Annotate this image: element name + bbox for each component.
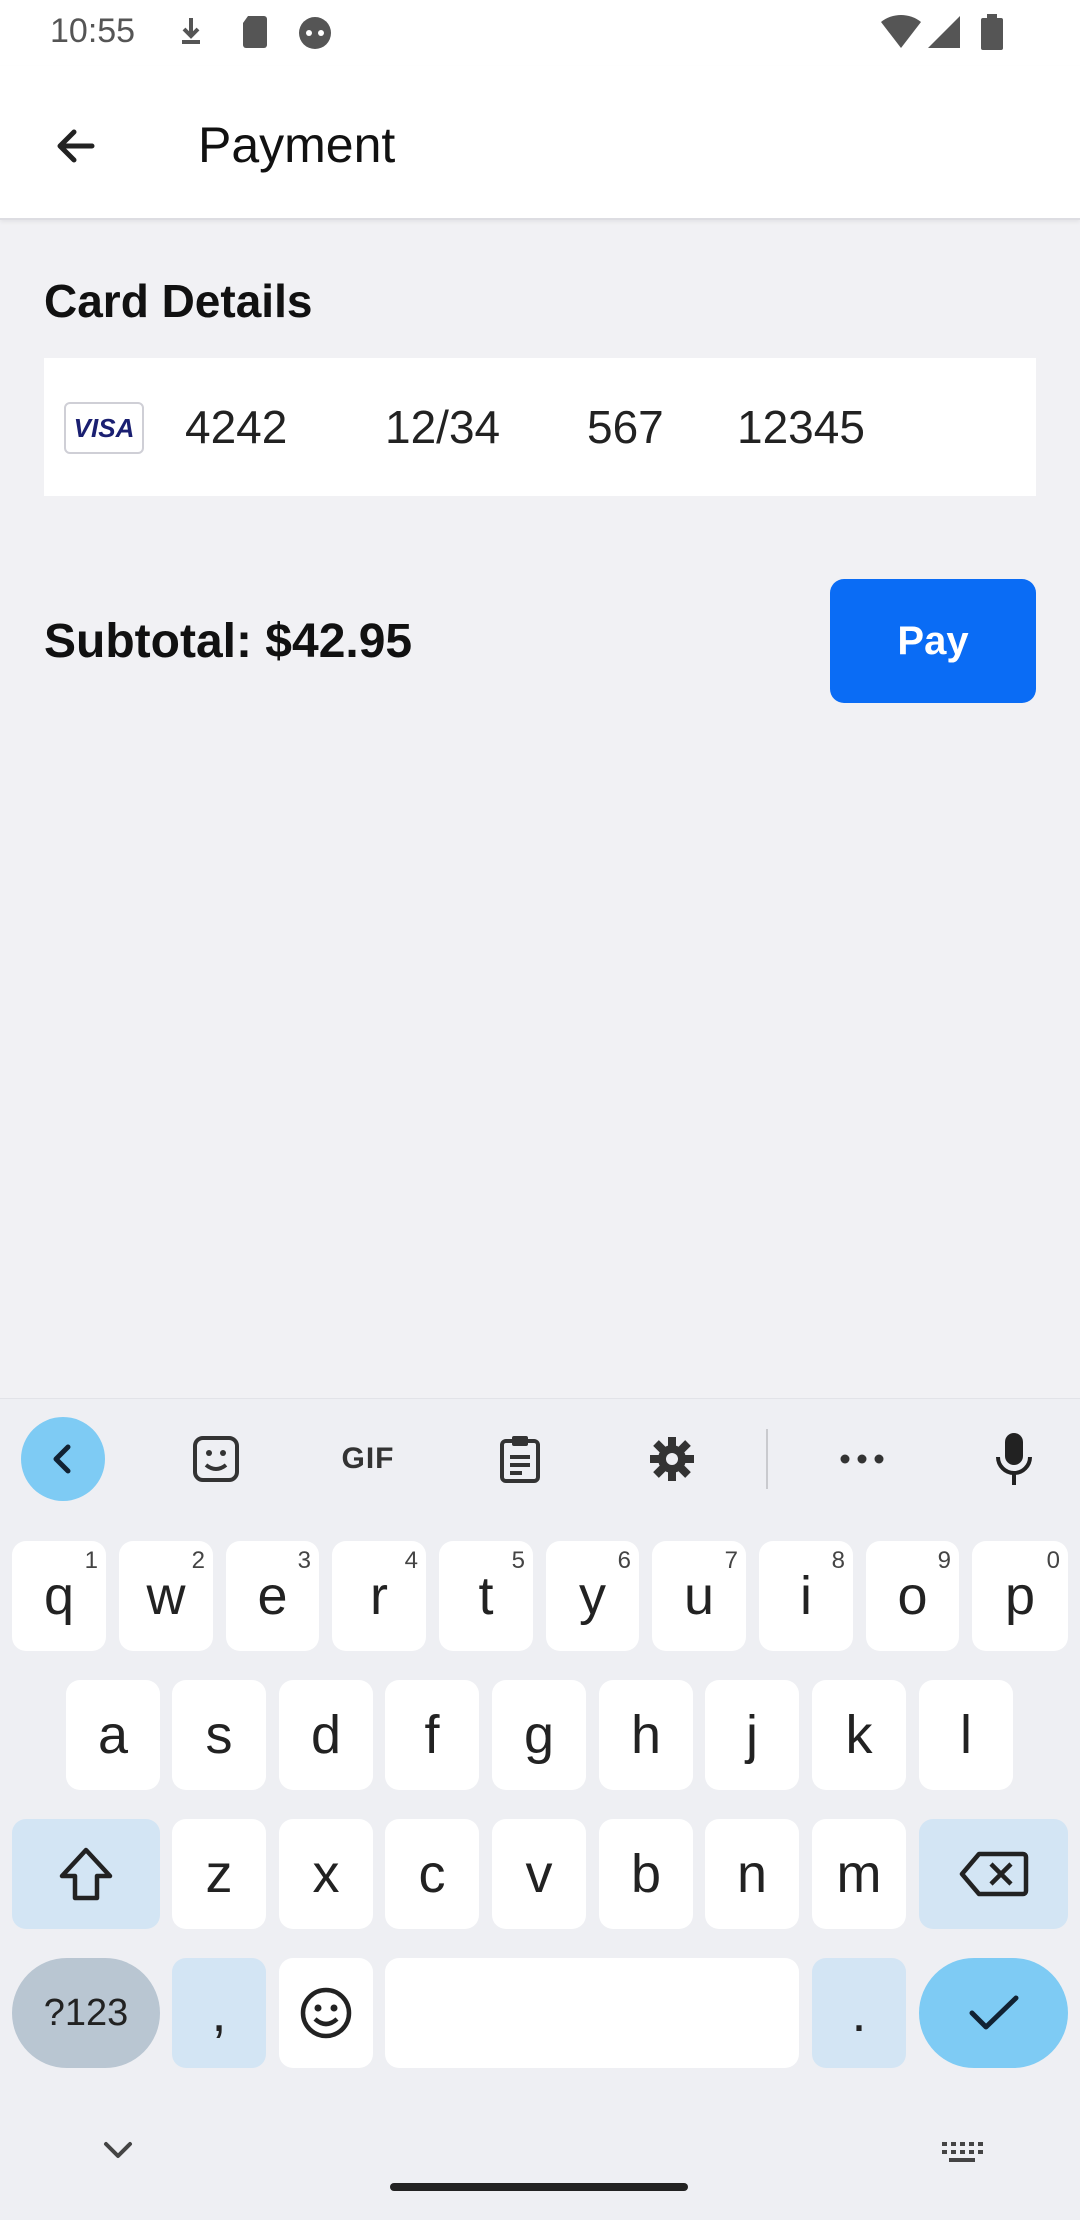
key-g[interactable]: g <box>492 1680 586 1790</box>
keyboard: GIF q1 w2 e3 r4 t5 y6 u7 i8 o9 p0 a s d … <box>0 1398 1080 2220</box>
chevron-down-icon <box>104 2142 132 2158</box>
enter-key[interactable] <box>919 1958 1068 2068</box>
keyboard-toolbar: GIF <box>0 1399 1080 1519</box>
gear-icon <box>650 1437 694 1481</box>
more-button[interactable] <box>820 1417 904 1501</box>
voice-input-button[interactable] <box>972 1417 1056 1501</box>
wifi-icon <box>880 14 922 57</box>
download-icon <box>176 14 206 55</box>
gif-button[interactable]: GIF <box>326 1417 410 1501</box>
sticker-icon <box>193 1436 239 1482</box>
page-title: Payment <box>198 117 396 173</box>
key-m[interactable]: m <box>812 1819 906 1929</box>
settings-button[interactable] <box>630 1417 714 1501</box>
toolbar-collapse-button[interactable] <box>21 1417 105 1501</box>
pay-button[interactable]: Pay <box>830 579 1036 703</box>
key-y[interactable]: y6 <box>546 1541 639 1651</box>
card-details-title: Card Details <box>44 275 313 327</box>
app-bar: Payment <box>0 66 1080 220</box>
clipboard-button[interactable] <box>478 1417 562 1501</box>
key-h[interactable]: h <box>599 1680 693 1790</box>
space-key[interactable] <box>385 1958 799 2068</box>
gif-label: GIF <box>341 1442 395 1475</box>
emoji-key[interactable] <box>279 1958 373 2068</box>
backspace-key[interactable] <box>919 1819 1068 1929</box>
clipboard-icon <box>500 1436 540 1483</box>
key-i[interactable]: i8 <box>759 1541 853 1651</box>
key-p[interactable]: p0 <box>972 1541 1068 1651</box>
key-v[interactable]: v <box>492 1819 586 1929</box>
key-z[interactable]: z <box>172 1819 266 1929</box>
shift-key[interactable] <box>12 1819 160 1929</box>
back-button[interactable] <box>36 106 116 186</box>
checkmark-icon <box>969 1995 1018 2030</box>
zip-field[interactable]: 12345 <box>737 400 865 454</box>
sticker-button[interactable] <box>174 1417 258 1501</box>
key-n[interactable]: n <box>705 1819 799 1929</box>
visa-logo: VISA <box>64 402 144 454</box>
hide-keyboard-button[interactable] <box>96 2136 140 2169</box>
toolbar-divider <box>766 1429 768 1489</box>
comma-key[interactable]: , <box>172 1958 266 2068</box>
symbols-key[interactable]: ?123 <box>12 1958 160 2068</box>
keyboard-switch-button[interactable] <box>938 2138 986 2171</box>
key-r[interactable]: r4 <box>332 1541 426 1651</box>
subtotal-text: Subtotal: $42.95 <box>44 615 413 668</box>
key-q[interactable]: q1 <box>12 1541 106 1651</box>
key-u[interactable]: u7 <box>652 1541 746 1651</box>
key-s[interactable]: s <box>172 1680 266 1790</box>
key-k[interactable]: k <box>812 1680 906 1790</box>
key-x[interactable]: x <box>279 1819 373 1929</box>
cell-signal-icon <box>926 14 962 57</box>
cvc-field[interactable]: 567 <box>587 400 664 454</box>
microphone-icon <box>996 1433 1032 1485</box>
key-o[interactable]: o9 <box>866 1541 959 1651</box>
card-input-row[interactable]: VISA 4242 12/34 567 12345 <box>44 358 1036 496</box>
key-c[interactable]: c <box>385 1819 479 1929</box>
shift-icon <box>59 1847 113 1901</box>
bot-face-icon <box>296 14 334 55</box>
arrow-back-icon <box>57 129 95 163</box>
period-key[interactable]: . <box>812 1958 906 2068</box>
key-a[interactable]: a <box>66 1680 160 1790</box>
more-horiz-icon <box>840 1454 884 1464</box>
expiry-field[interactable]: 12/34 <box>385 400 500 454</box>
keyboard-icon <box>942 2142 983 2162</box>
key-b[interactable]: b <box>599 1819 693 1929</box>
key-e[interactable]: e3 <box>226 1541 319 1651</box>
status-time: 10:55 <box>50 12 136 50</box>
chevron-left-icon <box>53 1444 71 1474</box>
card-number-field[interactable]: 4242 <box>185 400 287 454</box>
emoji-icon <box>300 1987 352 2039</box>
key-j[interactable]: j <box>705 1680 799 1790</box>
key-l[interactable]: l <box>919 1680 1013 1790</box>
backspace-icon <box>959 1851 1028 1897</box>
home-handle[interactable] <box>390 2183 688 2191</box>
key-t[interactable]: t5 <box>439 1541 533 1651</box>
key-w[interactable]: w2 <box>119 1541 213 1651</box>
sd-card-icon <box>240 14 270 55</box>
status-bar: 10:55 <box>0 0 1080 66</box>
battery-icon <box>980 14 1004 57</box>
key-f[interactable]: f <box>385 1680 479 1790</box>
key-d[interactable]: d <box>279 1680 373 1790</box>
